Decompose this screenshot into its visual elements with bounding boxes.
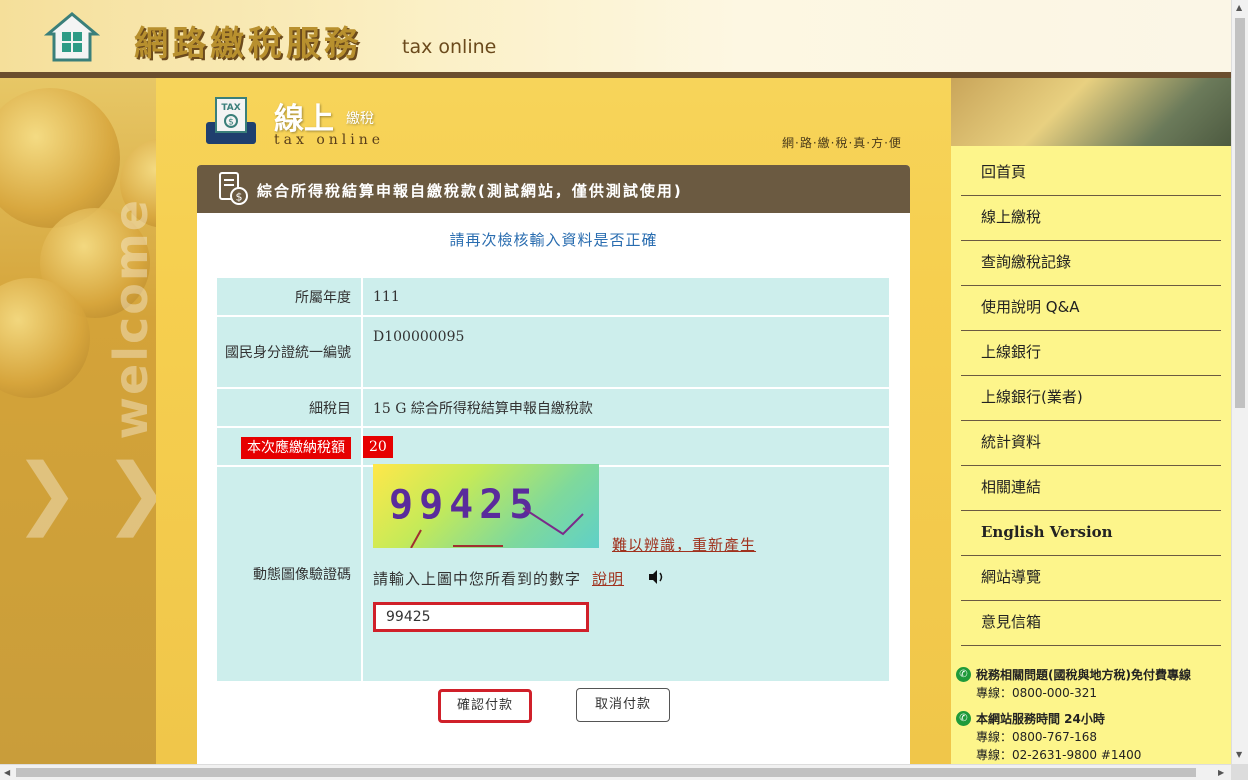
- amount-value: 20: [363, 435, 393, 458]
- receipt-icon: $: [219, 172, 248, 205]
- svg-text:$: $: [236, 191, 243, 204]
- nav-menu: 回首頁 線上繳稅 查詢繳稅記錄 使用說明 Q&A 上線銀行 上線銀行(業者) 統…: [961, 151, 1221, 646]
- banner-slogan: 網·路·繳·稅·真·方·便: [782, 136, 902, 150]
- panel-title: 綜合所得稅結算申報自繳稅款(測試網站，僅供測試使用): [257, 182, 683, 200]
- regenerate-captcha-link[interactable]: 難以辨識，重新產生: [612, 534, 756, 555]
- contact-block: ✆ 本網站服務時間 24小時 專線：0800-767-168 專線：02-263…: [956, 710, 1226, 764]
- menu-item-sitemap[interactable]: 網站導覽: [961, 556, 1221, 601]
- sidebar-photo: [951, 78, 1231, 146]
- banner-subtitle: tax online: [274, 132, 385, 148]
- panel-header: $ 綜合所得稅結算申報自繳稅款(測試網站，僅供測試使用): [197, 165, 910, 213]
- home-icon[interactable]: [44, 8, 100, 64]
- field-label: 細稅目: [217, 389, 363, 428]
- svg-text:$: $: [228, 118, 234, 128]
- payment-panel: $ 綜合所得稅結算申報自繳稅款(測試網站，僅供測試使用) 請再次檢核輸入資料是否…: [197, 165, 910, 765]
- field-value: 15 G 綜合所得稅結算申報自繳稅款: [363, 389, 889, 428]
- table-row: 所屬年度 111: [217, 278, 889, 317]
- captcha-input[interactable]: 99425: [373, 602, 589, 632]
- tax-icon: TAX $: [206, 97, 256, 144]
- field-value: 20: [363, 428, 889, 467]
- amount-label: 本次應繳納稅額: [241, 436, 351, 459]
- table-row: 細稅目 15 G 綜合所得稅結算申報自繳稅款: [217, 389, 889, 428]
- menu-item-english[interactable]: English Version: [961, 511, 1221, 556]
- contact-line: 專線：02-2631-9800 #1400: [976, 748, 1142, 762]
- captcha-explain-link[interactable]: 說明: [592, 568, 624, 589]
- contact-block: ✆ 稅務相關問題(國稅與地方稅)免付費專線 專線：0800-000-321: [956, 666, 1226, 702]
- phone-icon: ✆: [956, 711, 971, 726]
- site-subtitle: tax online: [402, 36, 497, 58]
- field-value: D100000095: [363, 317, 889, 389]
- verify-notice: 請再次檢核輸入資料是否正確: [449, 231, 658, 249]
- field-label: 本次應繳納稅額: [217, 428, 363, 467]
- menu-item-statistics[interactable]: 統計資料: [961, 421, 1221, 466]
- cancel-payment-button[interactable]: 取消付款: [576, 688, 670, 722]
- tax-icon-label: TAX: [221, 103, 240, 113]
- site-title: 網路繳稅服務: [134, 24, 362, 64]
- contact-line: 專線：0800-767-168: [976, 730, 1098, 744]
- scroll-up-icon[interactable]: ▲: [1236, 3, 1242, 12]
- scroll-left-icon[interactable]: ◀: [4, 768, 10, 777]
- confirm-payment-button[interactable]: 確認付款: [438, 689, 532, 723]
- table-row: 本次應繳納稅額 20: [217, 428, 889, 467]
- contact-info: ✆ 稅務相關問題(國稅與地方稅)免付費專線 專線：0800-000-321 ✆ …: [956, 666, 1226, 772]
- table-row: 國民身分證統一編號 D100000095: [217, 317, 889, 389]
- contact-line: 專線：0800-000-321: [976, 686, 1098, 700]
- menu-item-feedback[interactable]: 意見信箱: [961, 601, 1221, 646]
- vertical-scrollbar[interactable]: ▲ ▼: [1231, 0, 1248, 764]
- captcha-image: 99425: [373, 464, 599, 548]
- site-header: 網路繳稅服務 tax online: [0, 0, 1231, 78]
- speaker-icon[interactable]: [647, 569, 665, 585]
- scroll-right-icon[interactable]: ▶: [1218, 768, 1224, 777]
- contact-title: 本網站服務時間 24小時: [976, 712, 1105, 726]
- horizontal-scrollbar[interactable]: ◀ ▶: [0, 764, 1231, 780]
- sidebar-menu: 回首頁 線上繳稅 查詢繳稅記錄 使用說明 Q&A 上線銀行 上線銀行(業者) 統…: [951, 146, 1231, 764]
- phone-icon: ✆: [956, 667, 971, 682]
- contact-title: 稅務相關問題(國稅與地方稅)免付費專線: [976, 668, 1191, 682]
- field-label: 所屬年度: [217, 278, 363, 317]
- menu-item-banks-business[interactable]: 上線銀行(業者): [961, 376, 1221, 421]
- menu-item-links[interactable]: 相關連結: [961, 466, 1221, 511]
- banner-title-small: 繳稅: [346, 111, 374, 127]
- scrollbar-corner: [1231, 764, 1248, 780]
- scroll-down-icon[interactable]: ▼: [1236, 750, 1242, 759]
- menu-item-banks[interactable]: 上線銀行: [961, 331, 1221, 376]
- welcome-watermark: welcome: [104, 198, 158, 440]
- menu-item-records[interactable]: 查詢繳稅記錄: [961, 241, 1221, 286]
- chevron-right-icon: ❯: [14, 448, 80, 538]
- vertical-scroll-thumb[interactable]: [1235, 18, 1245, 408]
- field-label: 國民身分證統一編號: [217, 317, 363, 389]
- captcha-hint: 請輸入上圖中您所看到的數字: [373, 570, 582, 588]
- menu-item-faq[interactable]: 使用說明 Q&A: [961, 286, 1221, 331]
- menu-item-home[interactable]: 回首頁: [961, 151, 1221, 196]
- horizontal-scroll-thumb[interactable]: [16, 768, 1196, 777]
- field-value: 111: [363, 278, 889, 317]
- menu-item-online-tax[interactable]: 線上繳稅: [961, 196, 1221, 241]
- field-label: 動態圖像驗證碼: [217, 467, 363, 683]
